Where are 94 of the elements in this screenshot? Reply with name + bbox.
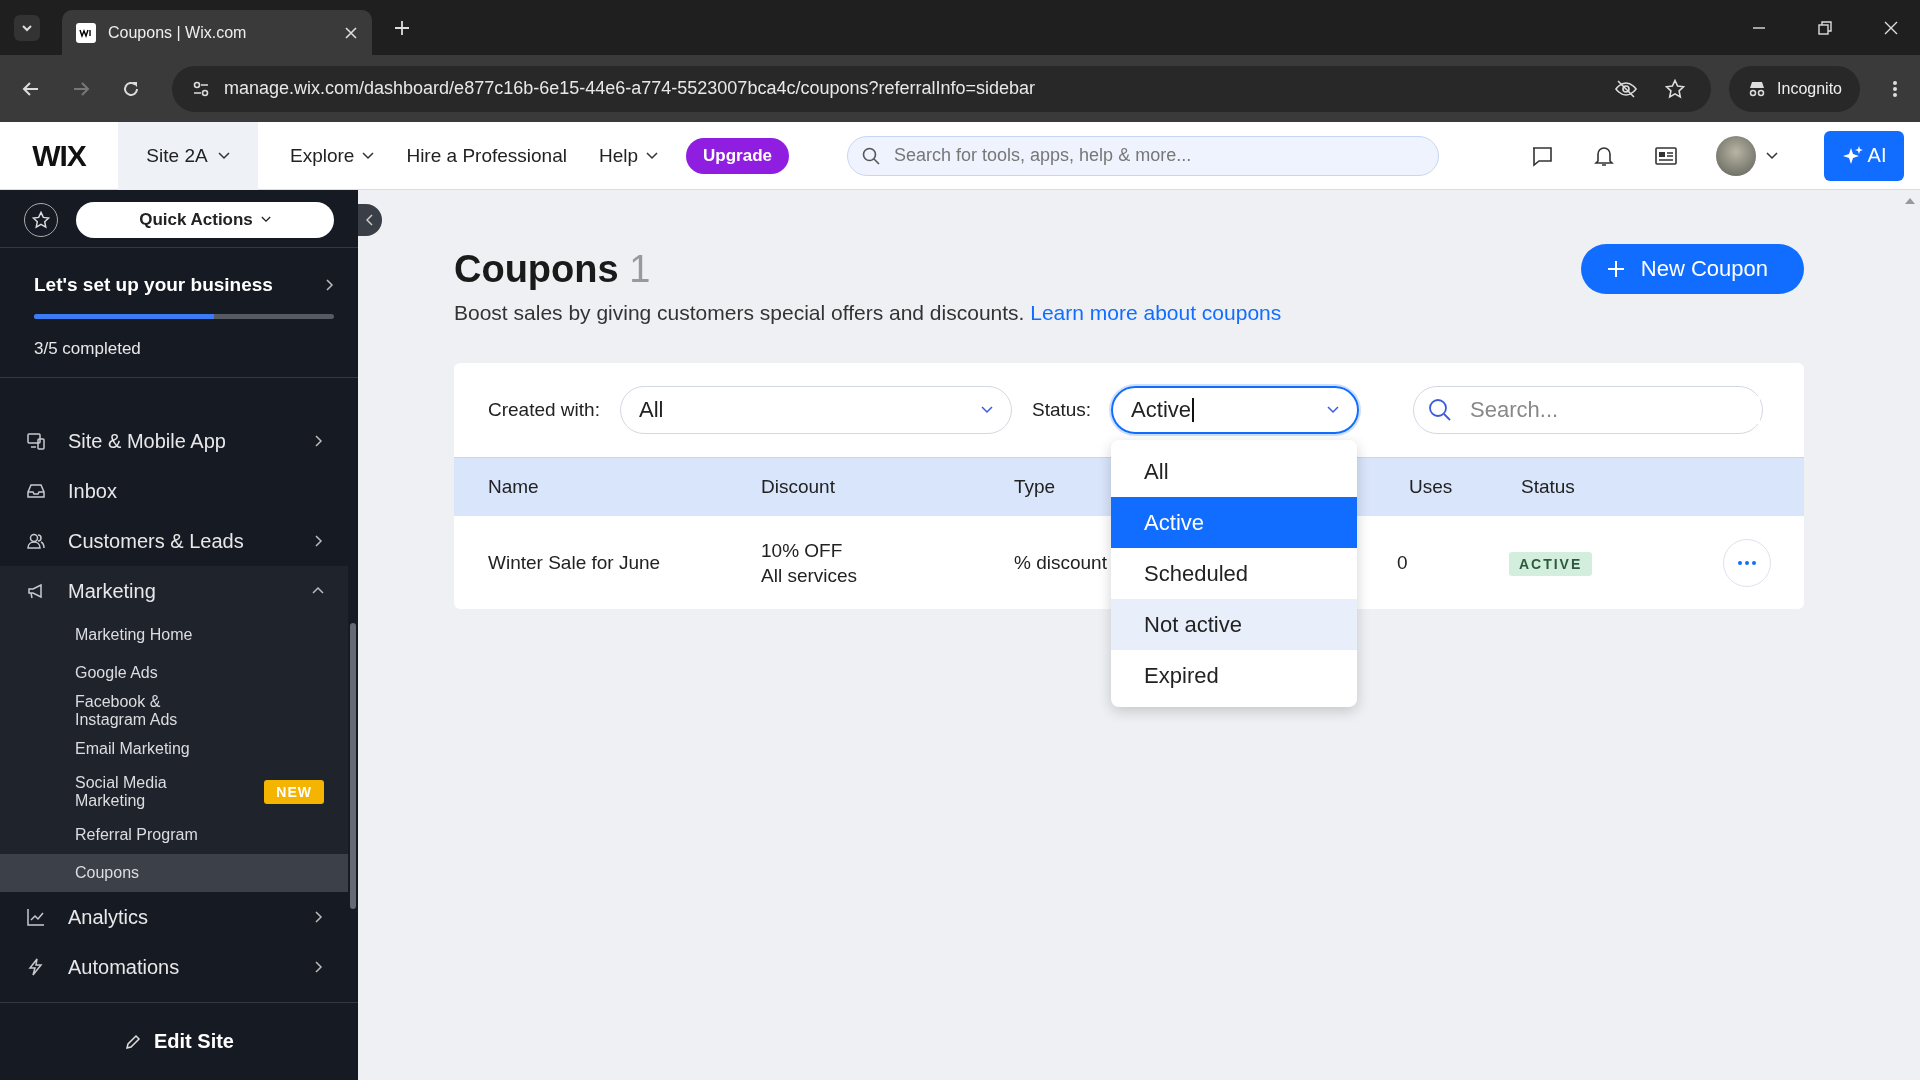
tab-search-icon[interactable] (14, 14, 40, 41)
chevron-down-icon (646, 151, 659, 160)
status-select[interactable]: Active (1111, 386, 1360, 434)
site-selector[interactable]: Site 2A (118, 121, 258, 190)
pencil-icon (124, 1032, 142, 1051)
avatar[interactable] (1716, 135, 1756, 176)
chevron-down-icon (980, 406, 993, 414)
sidebar-subitem[interactable]: Referral Program (0, 816, 348, 854)
scrollbar[interactable] (350, 623, 356, 909)
forward-icon[interactable] (72, 79, 90, 98)
sidebar-item[interactable]: Customers & Leads (0, 516, 358, 566)
incognito-chip[interactable]: Incognito (1729, 65, 1860, 112)
sidebar-icon (26, 431, 46, 451)
wix-logo[interactable]: WIX (0, 138, 118, 173)
table-cell-text: 0 (1396, 551, 1409, 574)
table-cell: % discount (1014, 551, 1107, 574)
dropdown-option[interactable]: Not active (1111, 599, 1358, 650)
sidebar-icon (26, 907, 46, 927)
ai-button[interactable]: AI (1824, 130, 1904, 181)
sidebar-item[interactable]: Inbox (0, 466, 358, 516)
eye-slash-icon[interactable] (1615, 79, 1638, 98)
column-header: Name (488, 476, 540, 498)
tab-title: Coupons | Wix.com (108, 23, 248, 42)
chevron-right-icon (312, 535, 324, 547)
nav-menu[interactable]: Hire a Professional (406, 144, 567, 167)
new-badge: NEW (264, 780, 324, 804)
page-description: Boost sales by giving customers special offers and discounts. (454, 301, 1025, 324)
new-coupon-button[interactable]: New Coupon (1580, 244, 1804, 294)
filter-label: Created with: (488, 399, 600, 421)
chevron-down-icon (260, 216, 271, 223)
favicon-icon (76, 22, 96, 43)
sidebar-item[interactable]: Analytics (0, 892, 358, 942)
dropdown-option[interactable]: Active (1111, 497, 1358, 548)
dropdown-option[interactable]: Expired (1111, 650, 1358, 701)
progress-text: 3/5 completed (34, 339, 142, 359)
nav-menu[interactable]: Help (598, 144, 659, 167)
column-header: Status (1521, 476, 1576, 498)
chevron-right-icon (312, 435, 324, 447)
column-header: Type (1014, 476, 1057, 498)
sidebar-item[interactable]: Site & Mobile App (0, 416, 358, 466)
chevron-right-icon (312, 961, 324, 973)
sidebar-item[interactable]: Marketing (0, 566, 348, 616)
setup-link[interactable]: Let's set up your business (34, 274, 334, 296)
search-input[interactable]: Search... (1468, 396, 1761, 424)
search-icon (1428, 398, 1453, 422)
page-title: Coupons (454, 248, 619, 290)
more-icon[interactable] (1892, 79, 1898, 98)
collapse-button[interactable] (358, 204, 382, 236)
site-settings-icon[interactable] (192, 79, 210, 98)
chevron-right-icon (312, 911, 324, 923)
chevron-down-icon (362, 151, 375, 160)
new-tab-icon[interactable] (394, 19, 410, 36)
dropdown-option[interactable]: All (1111, 446, 1358, 497)
browser-tab[interactable]: Coupons | Wix.com (62, 10, 372, 55)
learn-more-link[interactable]: Learn more about coupons (1030, 301, 1282, 324)
nav-menu[interactable]: Explore (290, 144, 375, 167)
close-icon[interactable] (344, 25, 358, 40)
upgrade-button[interactable]: Upgrade (686, 137, 789, 174)
sidebar-subitem[interactable]: Google Ads (0, 654, 348, 692)
chevron-down-icon (217, 151, 230, 160)
table-cell-text: Winter Sale for June (488, 551, 662, 574)
url-text: manage.wix.com/dashboard/e877c16b-6e15-44e6-a774-5523007bca4c/coupons?referralInfo=sidebar (224, 78, 1036, 99)
chevron-down-icon (1327, 406, 1340, 414)
sidebar-icon (26, 481, 46, 501)
edit-site-button[interactable]: Edit Site (0, 1002, 358, 1080)
sidebar-item[interactable]: Automations (0, 942, 358, 992)
more-icon (1737, 560, 1756, 565)
sidebar-subitem[interactable]: Coupons (0, 854, 348, 892)
back-icon[interactable] (22, 79, 40, 98)
dropdown-option[interactable]: Scheduled (1111, 548, 1358, 599)
column-header: Uses (1409, 476, 1454, 498)
restore-icon[interactable] (1818, 20, 1832, 35)
sidebar-subitem[interactable]: Marketing Home (0, 616, 348, 654)
close-icon[interactable] (1884, 20, 1898, 35)
reload-icon[interactable] (122, 79, 140, 98)
chevron-left-icon (366, 214, 374, 226)
address-bar[interactable]: manage.wix.com/dashboard/e877c16b-6e15-44e6-a774-5523007bca4c/coupons?referralInfo=sidebar (172, 65, 1712, 112)
coupon-count: 1 (629, 248, 651, 290)
status-badge: ACTIVE (1508, 551, 1593, 576)
caret-up-icon (1905, 196, 1915, 204)
table-cell-text: 10% OFF All services (761, 538, 859, 588)
chevron-down-icon[interactable] (1766, 151, 1778, 160)
search-input[interactable]: Search for tools, apps, help & more... (892, 144, 1424, 167)
filter-label: Status: (1031, 399, 1092, 421)
sidebar-subitem[interactable]: Facebook & Instagram Ads (0, 692, 348, 730)
search-icon (862, 146, 880, 165)
sidebar-subitem[interactable]: Social Media Marketing NEW (0, 768, 348, 816)
chevron-right-icon (326, 279, 334, 291)
sidebar-icon (26, 531, 46, 551)
sidebar-subitem[interactable]: Email Marketing (0, 730, 348, 768)
plus-icon (1606, 260, 1625, 278)
column-header: Discount (761, 476, 836, 498)
quick-actions-button[interactable]: Quick Actions (76, 201, 334, 238)
search-field[interactable]: Search for tools, apps, help & more... (847, 135, 1439, 176)
